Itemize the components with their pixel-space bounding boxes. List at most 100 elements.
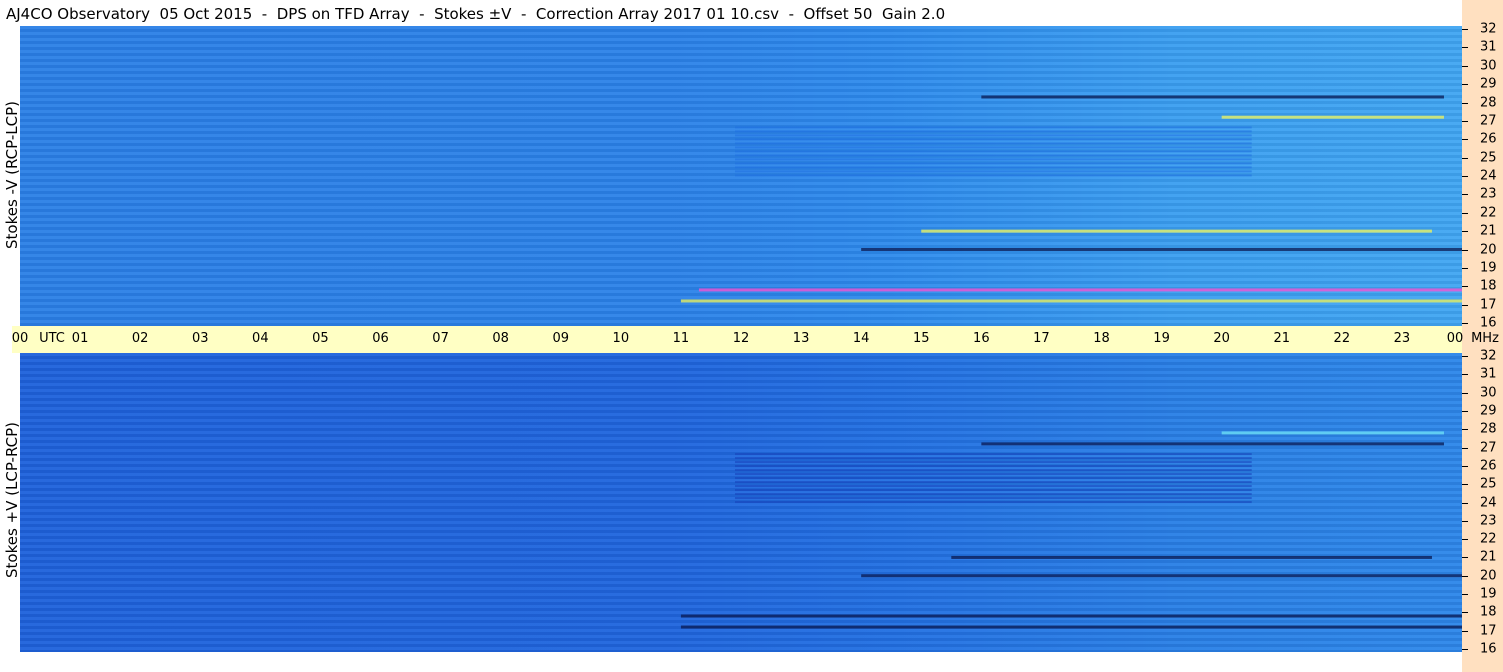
utc-tick-label: 20 [1213,331,1230,346]
frequency-tick-label: 30 [1480,58,1497,74]
frequency-tick-mark [1462,410,1468,412]
striped-block-line [734,170,1252,173]
striped-block-line [734,469,1252,472]
utc-unit-label: UTC [39,331,65,346]
striped-block-line [734,453,1252,456]
frequency-tick-label: 17 [1480,623,1497,639]
utc-tick-label: 19 [1153,331,1170,346]
frequency-tick-label: 21 [1480,549,1497,565]
frequency-tick-label: 29 [1480,76,1497,92]
frequency-tick-label: 27 [1480,440,1497,456]
utc-tick-label: 00 [1446,331,1464,346]
frequency-tick-mark [1462,557,1468,559]
striped-block-line [734,473,1252,476]
emission-band [680,614,1462,618]
utc-tick-label: 02 [131,331,149,346]
striped-block-line [734,146,1252,149]
utc-tick-label: 21 [1273,331,1291,346]
frequency-tick-label: 28 [1480,421,1497,437]
utc-tick-label: 11 [672,331,690,346]
frequency-tick-mark [1462,520,1468,522]
emission-band [861,574,1462,578]
emission-band [981,442,1444,446]
striped-block-line [734,501,1252,504]
utc-tick-label: 09 [552,331,570,346]
striped-block-line [734,154,1252,157]
utc-tick-label: 12 [732,331,750,346]
emission-band [698,288,1462,292]
frequency-tick-label: 24 [1480,495,1497,510]
frequency-tick-mark [1462,29,1468,30]
frequency-tick-mark [1462,267,1468,269]
striped-block-line [734,477,1252,480]
frequency-tick-mark [1462,194,1468,196]
frequency-tick-label: 20 [1480,242,1497,257]
frequency-tick-label: 26 [1480,131,1497,147]
frequency-tick-label: 24 [1480,168,1497,184]
emission-band [680,625,1462,629]
striped-block-line [734,461,1252,464]
striped-block-line [734,138,1252,141]
frequency-tick-label: 23 [1480,186,1497,202]
utc-tick-label: 22 [1333,331,1351,346]
frequency-tick-mark [1462,356,1468,357]
utc-tick-label: 15 [912,331,930,346]
frequency-tick-mark [1462,429,1468,431]
frequency-tick-mark [1462,465,1468,467]
frequency-tick-mark [1462,212,1468,214]
frequency-tick-label: 20 [1480,568,1497,584]
utc-tick-label: 14 [852,331,870,346]
utc-tick-label: 06 [372,331,389,346]
frequency-tick-mark [1462,157,1468,159]
emission-band [951,555,1432,559]
frequency-tick-label: 26 [1480,458,1497,474]
utc-tick-label: 01 [71,331,89,346]
striped-block-line [734,485,1252,488]
striped-block-line [734,134,1252,137]
emission-band [981,95,1444,99]
frequency-tick-label: 19 [1480,586,1497,602]
frequency-tick-mark [1462,594,1468,596]
utc-tick-label: 03 [191,331,209,346]
utc-tick-label: 17 [1033,331,1050,346]
striped-block-line [734,465,1252,468]
striped-block-line [734,142,1252,145]
frequency-tick-mark [1462,47,1468,49]
emission-band [680,299,1462,303]
striped-block-line [734,497,1252,500]
frequency-tick-mark [1462,249,1468,251]
mhz-unit-label: MHz [1471,331,1499,346]
frequency-tick-label: 30 [1480,385,1497,401]
utc-tick-label: 04 [252,331,269,346]
frequency-tick-label: 31 [1480,39,1497,55]
frequency-tick-label: 25 [1480,476,1497,492]
frequency-tick-mark [1462,84,1468,86]
frequency-tick-mark [1462,649,1468,650]
frequency-tick-mark [1462,323,1468,324]
frequency-tick-label: 22 [1480,531,1497,547]
utc-tick-label: 23 [1393,331,1411,346]
striped-block-line [734,493,1252,496]
striped-block-line [734,489,1252,492]
frequency-tick-mark [1462,120,1468,122]
frequency-tick-mark [1462,286,1468,288]
striped-block-line [734,158,1252,161]
frequency-tick-label: 18 [1480,604,1497,620]
frequency-tick-label: 17 [1480,297,1497,313]
utc-tick-label: 08 [492,331,509,346]
utc-tick-label: 10 [612,331,630,346]
frequency-tick-mark [1462,139,1468,141]
frequency-tick-mark [1462,374,1468,376]
frequency-tick-label: 28 [1480,95,1497,110]
frequency-tick-label: 32 [1480,21,1497,37]
frequency-tick-label: 18 [1480,278,1497,294]
frequency-tick-mark [1462,630,1468,632]
striped-block-line [734,166,1252,169]
striped-block-line [734,162,1252,165]
frequency-tick-label: 25 [1480,150,1497,166]
frequency-tick-mark [1462,612,1468,614]
frequency-tick-label: 31 [1480,366,1497,382]
utc-tick-label: 13 [792,331,810,346]
frequency-tick-mark [1462,539,1468,541]
frequency-tick-label: 16 [1480,315,1497,331]
